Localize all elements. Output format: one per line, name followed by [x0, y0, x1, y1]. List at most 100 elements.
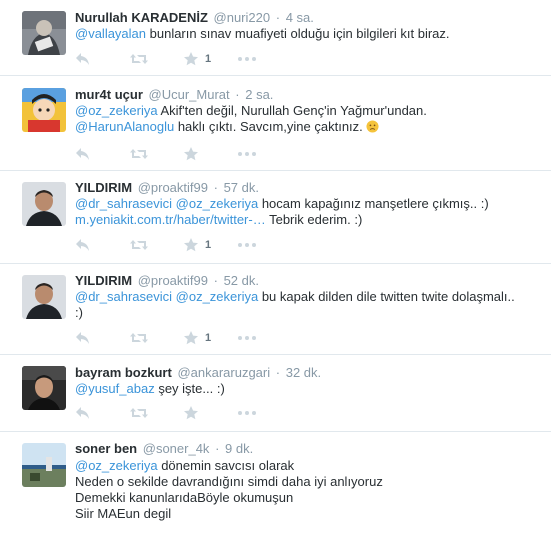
author-fullname[interactable]: bayram bozkurt: [75, 365, 172, 380]
timestamp[interactable]: 2 sa.: [245, 87, 273, 102]
reply-icon: [75, 405, 91, 421]
tweet-header: Nurullah KARADENİZ @nuri220 · 4 sa.: [75, 10, 314, 25]
retweet-icon: [129, 237, 149, 253]
avatar[interactable]: [22, 275, 66, 319]
avatar[interactable]: [22, 88, 66, 132]
reply-icon: [75, 237, 91, 253]
mention-link[interactable]: @oz_zekeriya: [176, 196, 259, 211]
timestamp[interactable]: 9 dk.: [225, 441, 253, 456]
favorite-button[interactable]: 1: [183, 237, 237, 253]
timestamp[interactable]: 4 sa.: [286, 10, 314, 25]
tweet-text-content: Neden o sekilde davrandığını simdi daha …: [75, 474, 383, 489]
separator-dot: ·: [213, 180, 218, 195]
tweet-actions: 1: [75, 237, 291, 253]
mention-link[interactable]: @yusuf_abaz: [75, 381, 155, 396]
more-icon: [237, 51, 257, 67]
tweet-item[interactable]: mur4t uçur @Ucur_Murat · 2 sa. @oz_zeker…: [0, 76, 551, 171]
tweet-header: YILDIRIM @proaktif99 · 57 dk.: [75, 180, 259, 195]
tweet-text-content: hocam kapağınız manşetlere çıkmış.. :): [258, 196, 489, 211]
author-handle[interactable]: @proaktif99: [138, 180, 208, 195]
timestamp[interactable]: 57 dk.: [224, 180, 259, 195]
timestamp[interactable]: 32 dk.: [286, 365, 321, 380]
separator-dot: ·: [235, 87, 240, 102]
tweet-text: @dr_sahrasevici @oz_zekeriya bu kapak di…: [75, 289, 535, 321]
retweet-icon: [129, 51, 149, 67]
more-button[interactable]: [237, 237, 291, 253]
favorite-icon: [183, 51, 199, 67]
mention-link[interactable]: @HarunAlanoglu: [75, 119, 174, 134]
author-handle[interactable]: @ankararuzgari: [177, 365, 270, 380]
tweet-item[interactable]: bayram bozkurt @ankararuzgari · 32 dk. @…: [0, 355, 551, 432]
tweet-header: YILDIRIM @proaktif99 · 52 dk.: [75, 273, 259, 288]
favorite-icon: [183, 405, 199, 421]
retweet-icon: [129, 405, 149, 421]
author-fullname[interactable]: Nurullah KARADENİZ: [75, 10, 208, 25]
favorite-button[interactable]: 1: [183, 330, 237, 346]
tweet-text: @vallayalan bunların sınav muafiyeti old…: [75, 26, 535, 42]
favorite-count: 1: [205, 239, 212, 251]
tweet-item[interactable]: YILDIRIM @proaktif99 · 52 dk. @dr_sahras…: [0, 264, 551, 355]
mention-link[interactable]: @vallayalan: [75, 26, 146, 41]
retweet-button[interactable]: [129, 330, 183, 346]
mention-link[interactable]: @oz_zekeriya: [176, 289, 259, 304]
retweet-icon: [129, 146, 149, 162]
author-handle[interactable]: @Ucur_Murat: [149, 87, 230, 102]
reply-icon: [75, 330, 91, 346]
tweet-item[interactable]: YILDIRIM @proaktif99 · 57 dk. @dr_sahras…: [0, 171, 551, 264]
avatar[interactable]: [22, 366, 66, 410]
author-handle[interactable]: @proaktif99: [138, 273, 208, 288]
favorite-button[interactable]: 1: [183, 51, 237, 67]
reply-icon: [75, 146, 91, 162]
retweet-button[interactable]: [129, 51, 183, 67]
retweet-button[interactable]: [129, 405, 183, 421]
more-button[interactable]: [237, 405, 291, 421]
author-fullname[interactable]: YILDIRIM: [75, 273, 132, 288]
more-button[interactable]: [237, 51, 291, 67]
separator-dot: ·: [275, 10, 281, 25]
reply-button[interactable]: [75, 51, 129, 67]
author-handle[interactable]: @soner_4k: [143, 441, 210, 456]
reply-button[interactable]: [75, 330, 129, 346]
tweet-text-content: Siir MAEun degil: [75, 506, 172, 521]
more-icon: [237, 237, 257, 253]
mention-link[interactable]: @oz_zekeriya: [75, 103, 158, 118]
reply-button[interactable]: [75, 237, 129, 253]
separator-dot: ·: [275, 365, 281, 380]
tweet-item[interactable]: Nurullah KARADENİZ @nuri220 · 4 sa. @val…: [0, 0, 551, 76]
retweet-button[interactable]: [129, 237, 183, 253]
retweet-button[interactable]: [129, 146, 183, 162]
avatar[interactable]: [22, 182, 66, 226]
tweet-item[interactable]: soner ben @soner_4k · 9 dk. @oz_zekeriya…: [0, 432, 551, 553]
mention-link[interactable]: @dr_sahrasevici: [75, 289, 172, 304]
author-fullname[interactable]: YILDIRIM: [75, 180, 132, 195]
favorite-count: 1: [205, 53, 212, 65]
tweet-actions: 1: [75, 330, 291, 346]
more-button[interactable]: [237, 146, 291, 162]
tweet-text-content: Demekki kanunlarıdaBöyle okumuşun: [75, 490, 294, 505]
favorite-icon: [183, 237, 199, 253]
mention-link[interactable]: @dr_sahrasevici: [75, 196, 172, 211]
reply-button[interactable]: [75, 405, 129, 421]
mention-link[interactable]: @oz_zekeriya: [75, 458, 158, 473]
favorite-button[interactable]: [183, 146, 237, 162]
avatar[interactable]: [22, 11, 66, 55]
tweet-actions: [75, 405, 291, 421]
url-link[interactable]: m.yeniakit.com.tr/haber/twitter-…: [75, 212, 266, 227]
reply-button[interactable]: [75, 146, 129, 162]
tweet-text: @dr_sahrasevici @oz_zekeriya hocam kapağ…: [75, 196, 535, 228]
timestamp[interactable]: 52 dk.: [224, 273, 259, 288]
more-button[interactable]: [237, 330, 291, 346]
tweet-text-content: haklı çıktı. Savcım,yine çaktınız.: [174, 119, 367, 134]
tweet-header: mur4t uçur @Ucur_Murat · 2 sa.: [75, 87, 273, 102]
author-handle[interactable]: @nuri220: [214, 10, 271, 25]
author-fullname[interactable]: soner ben: [75, 441, 137, 456]
tweet-text-content: şey işte... :): [154, 381, 225, 396]
avatar[interactable]: [22, 443, 66, 487]
tweet-text-content: Tebrik ederim. :): [265, 212, 363, 227]
favorite-icon: [183, 330, 199, 346]
retweet-icon: [129, 330, 149, 346]
author-fullname[interactable]: mur4t uçur: [75, 87, 143, 102]
more-icon: [237, 146, 257, 162]
favorite-button[interactable]: [183, 405, 237, 421]
more-icon: [237, 330, 257, 346]
